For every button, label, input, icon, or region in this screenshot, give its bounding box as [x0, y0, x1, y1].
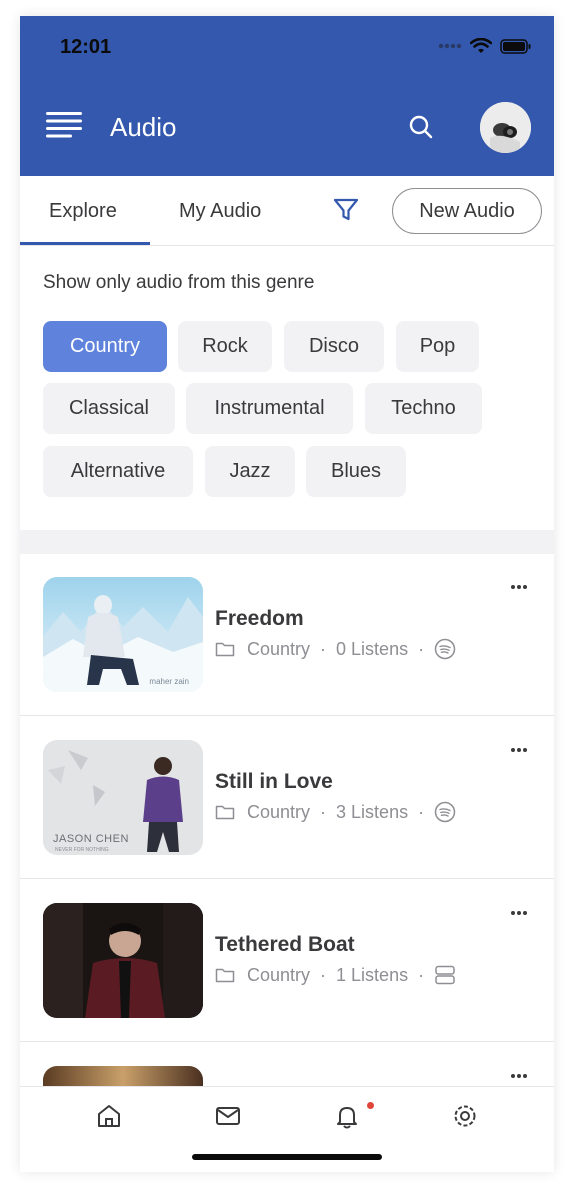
audio-listens: 1 Listens [336, 964, 409, 985]
audio-item[interactable]: JASON CHEN NEVER FOR NOTHING Still in Lo… [20, 717, 554, 879]
folder-icon [215, 642, 235, 657]
separator-dot: · [418, 638, 425, 659]
filter-icon[interactable] [332, 196, 360, 224]
more-options-icon[interactable] [510, 747, 528, 753]
separator-dot: · [320, 801, 327, 822]
bottom-nav [20, 1086, 554, 1172]
genre-chip-jazz[interactable]: Jazz [205, 446, 295, 497]
cover-art [43, 577, 203, 692]
tab-my-audio[interactable]: My Audio [179, 200, 261, 223]
audio-listens: 3 Listens [336, 801, 409, 822]
tab-bar: Explore My Audio New Audio [20, 176, 554, 246]
genre-chip-rock[interactable]: Rock [178, 321, 272, 372]
audio-item[interactable]: Tethered Boat Country · 1 Listens · [20, 880, 554, 1042]
bell-icon[interactable] [334, 1103, 360, 1129]
menu-icon[interactable] [46, 112, 84, 138]
status-time: 12:01 [60, 36, 112, 58]
genre-chip-alternative[interactable]: Alternative [43, 446, 193, 497]
audio-listens: 0 Listens [336, 638, 409, 659]
genre-chip-country[interactable]: Country [43, 321, 167, 372]
genre-chip-pop[interactable]: Pop [396, 321, 479, 372]
wifi-icon [470, 38, 492, 53]
app-header: 12:01 Audio [20, 16, 554, 176]
cover-subcaption: NEVER FOR NOTHING [55, 847, 109, 853]
home-icon[interactable] [96, 1103, 122, 1129]
spotify-icon [434, 801, 456, 823]
separator-dot: · [320, 964, 327, 985]
status-icons [438, 38, 532, 54]
section-divider [20, 530, 554, 554]
folder-icon [215, 805, 235, 820]
genre-chip-disco[interactable]: Disco [284, 321, 384, 372]
battery-icon [500, 38, 531, 54]
genre-chip-instrumental[interactable]: Instrumental [186, 383, 353, 434]
audio-cover: JASON CHEN NEVER FOR NOTHING [43, 740, 203, 855]
mail-icon[interactable] [215, 1103, 241, 1129]
server-icon [435, 965, 455, 985]
new-audio-button[interactable]: New Audio [392, 188, 542, 234]
more-options-icon[interactable] [510, 584, 528, 590]
tab-explore[interactable]: Explore [49, 200, 117, 223]
audio-meta: Country · 3 Listens · [215, 801, 456, 823]
audio-meta: Country · 1 Listens · [215, 964, 456, 986]
home-indicator [192, 1154, 382, 1160]
app-screen: 12:01 Audio Explore My Audio New Audio S… [20, 16, 554, 1172]
audio-cover [43, 903, 203, 1018]
audio-genre: Country [247, 801, 311, 822]
folder-icon [215, 968, 235, 983]
genre-chip-blues[interactable]: Blues [306, 446, 406, 497]
genre-chip-classical[interactable]: Classical [43, 383, 175, 434]
page-title: Audio [110, 112, 177, 142]
audio-item[interactable]: maher zain Freedom Country · 0 Listens · [20, 554, 554, 716]
more-options-icon[interactable] [510, 910, 528, 916]
separator-dot: · [320, 638, 327, 659]
genre-filter-label: Show only audio from this genre [43, 272, 315, 293]
cover-art [43, 903, 203, 1018]
more-options-icon[interactable] [510, 1073, 528, 1079]
avatar-photo [480, 102, 531, 153]
avatar[interactable] [480, 102, 531, 153]
signal-icon [438, 43, 462, 49]
genre-chip-techno[interactable]: Techno [365, 383, 482, 434]
active-tab-indicator [20, 242, 150, 245]
audio-title[interactable]: Tethered Boat [215, 933, 355, 957]
settings-icon[interactable] [452, 1103, 478, 1129]
spotify-icon [434, 638, 456, 660]
cover-caption: JASON CHEN [53, 833, 129, 845]
audio-genre: Country [247, 964, 311, 985]
notification-dot [367, 1102, 374, 1109]
separator-dot: · [418, 964, 425, 985]
audio-meta: Country · 0 Listens · [215, 638, 456, 660]
audio-title[interactable]: Freedom [215, 607, 304, 631]
audio-cover: maher zain [43, 577, 203, 692]
separator-dot: · [418, 801, 425, 822]
cover-caption: maher zain [149, 677, 189, 686]
audio-genre: Country [247, 638, 311, 659]
audio-title[interactable]: Still in Love [215, 770, 333, 794]
search-icon[interactable] [408, 114, 434, 140]
